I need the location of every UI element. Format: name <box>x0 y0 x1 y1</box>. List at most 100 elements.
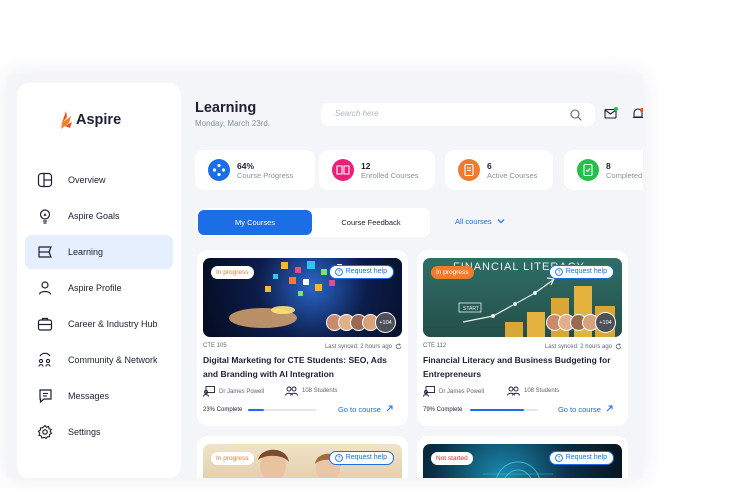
course-image: Not started ? Request help <box>423 444 622 478</box>
instructor: Dr James Powell <box>203 386 264 397</box>
stat-completed: 8 Completed <box>564 150 643 190</box>
logo[interactable]: Aspire <box>57 110 121 130</box>
course-image: In progress ? Request help <box>203 444 402 478</box>
search-icon[interactable] <box>570 109 582 121</box>
layout-icon <box>37 172 53 188</box>
more-students-badge: +104 <box>595 312 616 333</box>
progress-bar <box>470 409 538 411</box>
sidebar-item-learning[interactable]: Learning <box>25 235 173 269</box>
search-bar[interactable]: Search here <box>321 103 595 126</box>
svg-text:?: ? <box>337 456 340 462</box>
help-icon: ? <box>334 454 343 462</box>
checklist-icon <box>577 159 599 181</box>
course-card[interactable]: In progress ? Request help <box>197 436 408 478</box>
course-filter-dropdown[interactable]: All courses <box>455 217 505 226</box>
image-start-label: START <box>463 306 479 312</box>
logo-text: Aspire <box>76 112 122 128</box>
instructor-icon <box>203 386 215 397</box>
student-count-label: 108 Students <box>524 388 560 394</box>
stat-enrolled-courses: 12 Enrolled Courses <box>319 150 435 190</box>
course-tabs: My Courses Course Feedback <box>197 208 430 237</box>
student-avatars: +104 <box>546 312 616 333</box>
sidebar-item-label: Overview <box>68 175 106 185</box>
briefcase-icon <box>37 317 53 331</box>
students-icon <box>285 386 298 396</box>
request-help-button[interactable]: ? Request help <box>328 265 394 279</box>
request-help-label: Request help <box>345 454 387 461</box>
course-image: FINANCIAL LITERACY START In progress ? R… <box>423 258 622 337</box>
stat-value: 64% <box>237 161 255 171</box>
go-to-course-link[interactable]: Go to course <box>558 405 613 414</box>
svg-text:?: ? <box>557 270 560 276</box>
stat-active-courses: 6 Active Courses <box>445 150 553 190</box>
sidebar-item-messages[interactable]: Messages <box>25 379 173 413</box>
mail-icon <box>604 107 618 119</box>
chat-icon <box>39 389 52 404</box>
course-code: CTE 105 <box>203 343 227 349</box>
tab-my-courses[interactable]: My Courses <box>198 210 312 235</box>
chevron-down-icon <box>497 219 505 224</box>
stat-course-progress: 64% Course Progress <box>195 150 315 190</box>
sync-label: Last synced: 2 hours ago <box>544 343 612 350</box>
progress-fill <box>248 409 264 411</box>
more-students-badge: +104 <box>375 312 396 333</box>
course-title[interactable]: Digital Marketing for CTE Students: SEO,… <box>203 353 399 381</box>
sidebar-item-label: Settings <box>68 427 101 437</box>
help-icon: ? <box>554 268 563 276</box>
arrow-up-right-icon <box>606 405 613 412</box>
stat-value: 12 <box>361 161 371 171</box>
sidebar-item-aspire-profile[interactable]: Aspire Profile <box>25 271 173 305</box>
book-icon <box>38 246 52 258</box>
sidebar-item-label: Learning <box>68 247 104 257</box>
progress-bar <box>248 409 316 411</box>
lightbulb-icon <box>39 209 51 224</box>
stat-value: 6 <box>487 161 492 171</box>
sync-label: Last synced: 2 hours ago <box>324 343 392 350</box>
sidebar-item-overview[interactable]: Overview <box>25 163 173 197</box>
arrow-up-right-icon <box>386 405 393 412</box>
sidebar-item-career-industry-hub[interactable]: Career & Industry Hub <box>25 307 173 341</box>
go-to-course-link[interactable]: Go to course <box>338 405 393 414</box>
request-help-button[interactable]: ? Request help <box>328 451 394 465</box>
sidebar-item-aspire-goals[interactable]: Aspire Goals <box>25 199 173 233</box>
app-window: Aspire Overview Aspire Goals Learning As… <box>7 74 643 478</box>
course-title[interactable]: Financial Literacy and Business Budgetin… <box>423 353 619 381</box>
progress-label: 23% Complete <box>203 407 243 413</box>
course-image: In progress ? Request help +104 <box>203 258 402 337</box>
sidebar-item-settings[interactable]: Settings <box>25 415 173 449</box>
request-help-button[interactable]: ? Request help <box>548 265 614 279</box>
filter-label: All courses <box>455 217 492 226</box>
refresh-icon[interactable] <box>395 343 402 350</box>
tab-course-feedback[interactable]: Course Feedback <box>315 210 427 235</box>
students-icon <box>507 386 520 396</box>
book-open-icon <box>332 159 354 181</box>
course-card[interactable]: In progress ? Request help +104 CTE 105 … <box>197 250 408 426</box>
sidebar: Aspire Overview Aspire Goals Learning As… <box>17 83 181 478</box>
stat-value: 8 <box>606 161 611 171</box>
status-badge: Not started <box>431 452 473 465</box>
document-icon <box>458 159 480 181</box>
instructor-name: Dr James Powell <box>219 388 265 395</box>
status-badge: In progress <box>431 266 474 279</box>
status-badge: In progress <box>211 452 254 465</box>
course-card[interactable]: Not started ? Request help <box>417 436 628 478</box>
bell-icon <box>633 108 643 119</box>
request-help-button[interactable]: ? Request help <box>548 451 614 465</box>
go-to-course-label: Go to course <box>337 405 381 414</box>
mail-button[interactable] <box>604 107 618 120</box>
progress-icon <box>208 159 230 181</box>
request-help-label: Request help <box>565 454 607 461</box>
sidebar-item-community-network[interactable]: Community & Network <box>25 343 173 377</box>
refresh-icon[interactable] <box>615 343 622 350</box>
course-code: CTE 112 <box>423 343 447 349</box>
aspire-flame-icon <box>60 111 72 129</box>
instructor: Dr James Powell <box>423 386 484 397</box>
student-count-label: 108 Students <box>302 388 338 394</box>
course-card[interactable]: FINANCIAL LITERACY START In progress ? R… <box>417 250 628 426</box>
student-avatars: +104 <box>326 312 396 333</box>
sidebar-item-label: Community & Network <box>68 355 158 365</box>
svg-text:?: ? <box>337 270 340 276</box>
sync-status: Last synced: 2 hours ago <box>325 343 402 350</box>
stat-label: Completed <box>606 171 643 180</box>
notification-button[interactable] <box>632 107 643 121</box>
